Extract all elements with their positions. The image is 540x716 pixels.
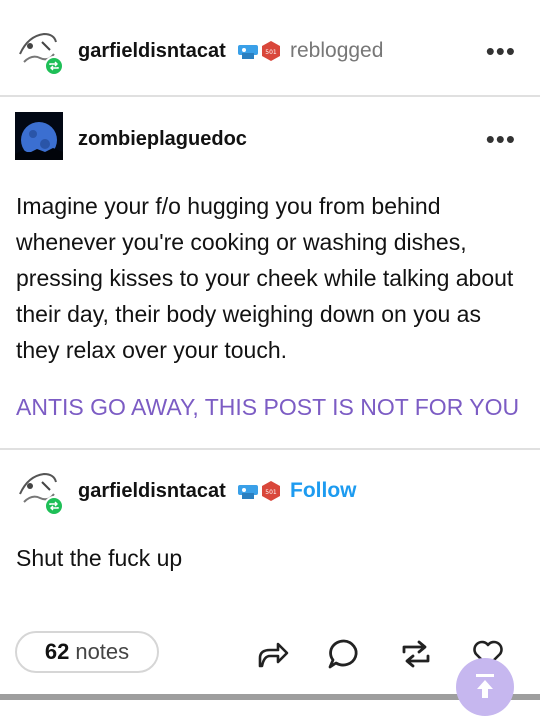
- reblog-icon[interactable]: [398, 636, 434, 672]
- reblog-badge-icon: [44, 496, 64, 516]
- moon-avatar-icon: [15, 112, 63, 160]
- notes-label: notes: [75, 639, 130, 664]
- follow-button[interactable]: Follow: [290, 479, 357, 503]
- post-body: Imagine your f/o hugging you from behind…: [16, 193, 514, 363]
- more-options-icon[interactable]: •••: [486, 126, 516, 152]
- scroll-to-top-icon: [473, 672, 497, 703]
- avatar[interactable]: [14, 24, 64, 76]
- avatar[interactable]: [15, 112, 63, 160]
- notes-count: 62: [44, 639, 70, 664]
- reblogged-label: reblogged: [290, 39, 384, 62]
- blue-badge-icon: [236, 479, 260, 508]
- red-badge-icon: 501: [260, 480, 282, 507]
- post-tag-line[interactable]: ANTIS GO AWAY, THIS POST IS NOT FOR YOU: [16, 394, 530, 421]
- divider: [0, 448, 540, 450]
- post-author-username[interactable]: zombieplaguedoc: [78, 128, 247, 151]
- scroll-to-top-button[interactable]: [456, 658, 514, 716]
- reply-author-username[interactable]: garfieldisntacat: [78, 480, 226, 503]
- reblog-badge-icon: [44, 56, 64, 76]
- blue-badge-icon: [236, 39, 260, 68]
- red-badge-icon: 501: [260, 40, 282, 67]
- svg-text:501: 501: [265, 489, 277, 496]
- notes-button[interactable]: 62 notes: [15, 631, 159, 673]
- reblogger-username[interactable]: garfieldisntacat: [78, 40, 226, 63]
- avatar[interactable]: [14, 464, 64, 516]
- more-options-icon[interactable]: •••: [486, 38, 516, 64]
- divider: [0, 95, 540, 97]
- svg-text:501: 501: [265, 49, 277, 56]
- share-icon[interactable]: [254, 636, 290, 672]
- reply-icon[interactable]: [326, 636, 362, 672]
- reply-body: Shut the fuck up: [16, 545, 183, 571]
